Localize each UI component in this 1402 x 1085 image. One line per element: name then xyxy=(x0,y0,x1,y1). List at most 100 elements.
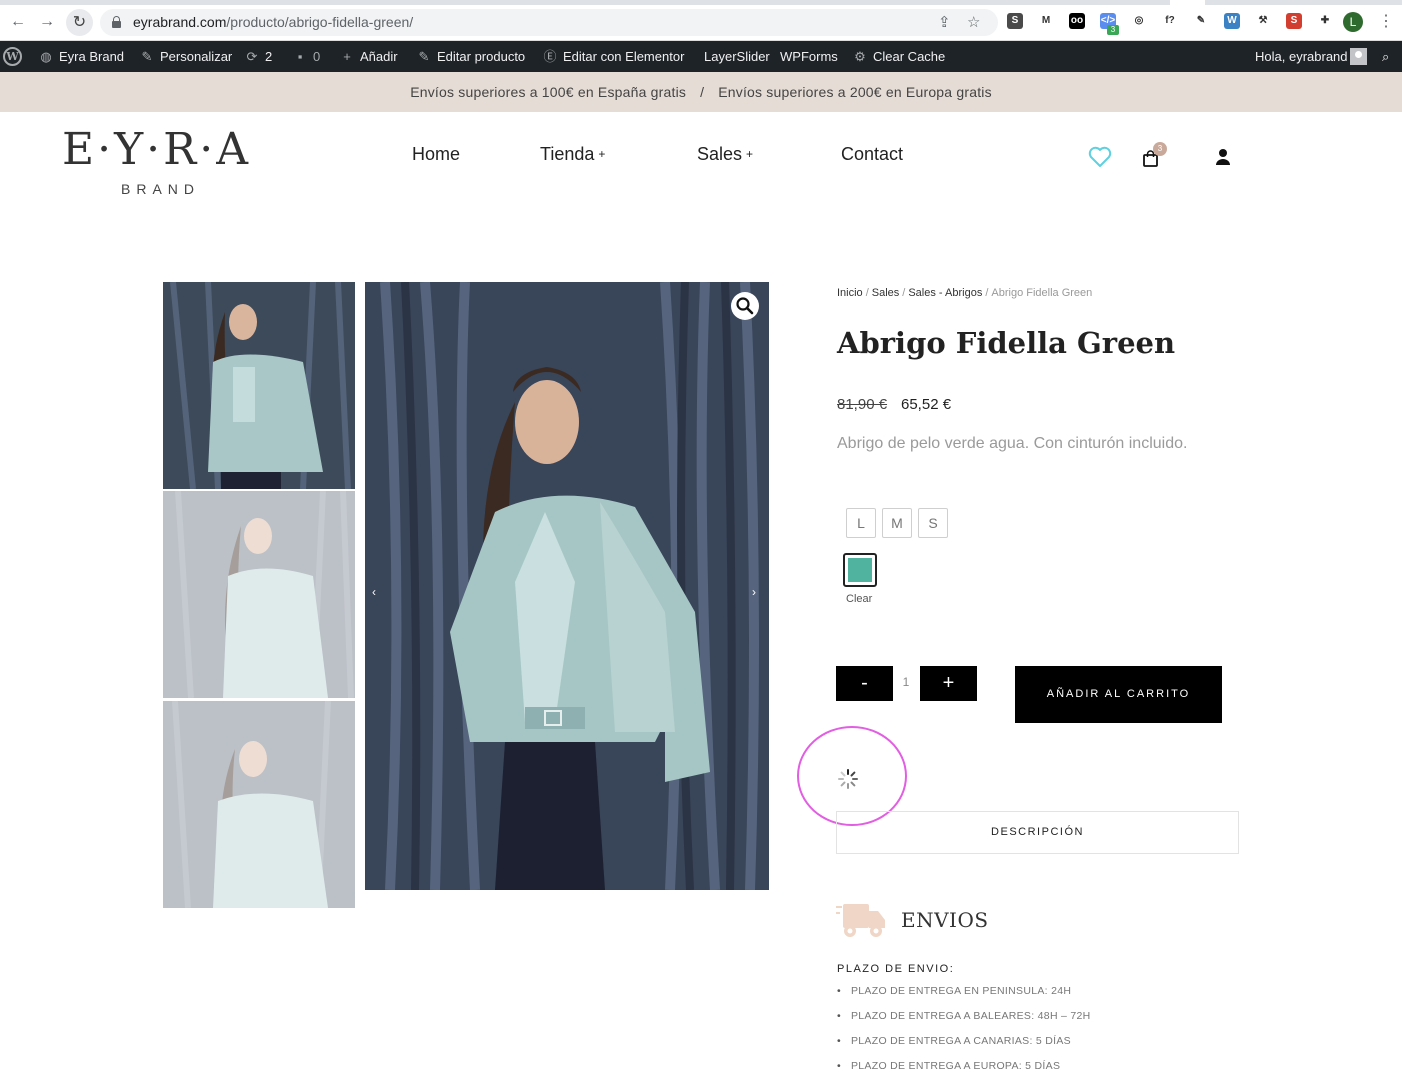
breadcrumb: Inicio / Sales / Sales - Abrigos / Abrigo Fide… xyxy=(837,287,1093,299)
user-avatar[interactable] xyxy=(1350,48,1367,65)
quantity-plus-button[interactable]: + xyxy=(920,666,977,701)
site-logo-sub[interactable]: BRAND xyxy=(121,181,200,197)
profile-avatar[interactable]: L xyxy=(1343,12,1363,32)
color-swatch-green[interactable] xyxy=(843,553,877,587)
quantity-minus-button[interactable]: - xyxy=(836,666,893,701)
loading-spinner-icon xyxy=(838,769,858,789)
gallery-thumbnail-2[interactable] xyxy=(163,491,355,698)
adminbar-comments[interactable]: ▪ 0 xyxy=(291,41,321,72)
radar-ext-icon[interactable]: ◎ xyxy=(1131,13,1147,29)
zoom-button[interactable] xyxy=(731,292,759,320)
size-swatch-m[interactable]: M xyxy=(882,508,912,538)
model-photo-thumb-3 xyxy=(163,701,355,908)
breadcrumb-sales[interactable]: Sales xyxy=(872,287,900,299)
nav-tienda-plus[interactable]: + xyxy=(598,147,605,161)
clear-selection-link[interactable]: Clear xyxy=(846,593,872,605)
list-item: PLAZO DE ENTREGA EN PENINSULA: 24H xyxy=(837,985,1091,1010)
list-item: PLAZO DE ENTREGA A BALEARES: 48H – 72H xyxy=(837,1010,1091,1035)
oo-ext-icon[interactable]: oo xyxy=(1069,13,1085,29)
account-user-icon[interactable] xyxy=(1214,148,1232,166)
price-regular: 81,90 € xyxy=(837,396,888,413)
adminbar-updates[interactable]: ⟳ 2 xyxy=(243,41,273,72)
wp-admin-bar: W ◍ Eyra Brand ✎ Personalizar ⟳ 2 ▪ 0 + Añadi… xyxy=(0,41,1402,72)
share-icon[interactable]: ⇪ xyxy=(938,13,951,31)
s-ext-icon[interactable]: S xyxy=(1007,13,1023,29)
lock-icon[interactable] xyxy=(112,16,121,28)
promo-spain: Envíos superiores a 100€ en España grati… xyxy=(410,84,687,100)
brush-icon: ✎ xyxy=(141,49,153,64)
wishlist-heart-icon[interactable] xyxy=(1088,146,1112,168)
breadcrumb-sales-abrigos[interactable]: Sales - Abrigos xyxy=(908,287,982,299)
breadcrumb-current: Abrigo Fidella Green xyxy=(991,287,1093,299)
adminbar-site-name[interactable]: ◍ Eyra Brand xyxy=(37,41,124,72)
dashboard-icon: ◍ xyxy=(40,49,52,64)
gallery-thumbnail-3[interactable] xyxy=(163,701,355,908)
promo-separator: / xyxy=(700,84,705,100)
movistar-ext-icon[interactable]: M xyxy=(1038,13,1054,29)
font-ext-icon[interactable]: f? xyxy=(1162,13,1178,29)
back-arrow-icon[interactable]: ← xyxy=(8,12,28,32)
tab-description[interactable]: DESCRIPCIÓN xyxy=(836,811,1239,854)
gallery-prev-arrow-icon[interactable]: ‹ xyxy=(372,585,376,599)
bookmark-star-icon[interactable]: ☆ xyxy=(967,13,980,31)
s-red-ext-icon[interactable]: S xyxy=(1286,13,1302,29)
promo-europe: Envíos superiores a 200€ en Europa grati… xyxy=(718,84,992,100)
price-sale: 65,52 € xyxy=(901,396,952,413)
nav-tienda[interactable]: Tienda + xyxy=(540,144,605,165)
list-item: PLAZO DE ENTREGA A EUROPA: 5 DÍAS xyxy=(837,1060,1091,1085)
adminbar-edit-product[interactable]: ✎ Editar producto xyxy=(415,41,526,72)
shipping-title: ENVIOS xyxy=(901,908,989,932)
shipping-subtitle: PLAZO DE ENVIO: xyxy=(837,963,955,975)
adminbar-customize[interactable]: ✎ Personalizar xyxy=(138,41,233,72)
cache-icon: ⚙ xyxy=(854,49,866,64)
model-photo-main xyxy=(365,282,769,890)
adminbar-layerslider[interactable]: LayerSlider xyxy=(704,41,770,72)
product-title: Abrigo Fidella Green xyxy=(837,326,1176,360)
add-to-cart-button[interactable]: AÑADIR AL CARRITO xyxy=(1015,666,1222,723)
wordpress-ext-icon[interactable]: W xyxy=(1224,13,1240,29)
nav-sales[interactable]: Sales + xyxy=(697,144,753,165)
adminbar-wpforms[interactable]: WPForms xyxy=(780,41,838,72)
adminbar-account[interactable]: Hola, eyrabrand xyxy=(1255,41,1348,72)
elementor-icon: Ⓔ xyxy=(543,49,557,64)
adminbar-search-icon[interactable]: ⌕ xyxy=(1382,41,1389,72)
nav-contact[interactable]: Contact xyxy=(841,144,903,165)
plus-icon: + xyxy=(343,49,351,64)
short-description: Abrigo de pelo verde agua. Con cinturón … xyxy=(837,435,1188,452)
quantity-input[interactable]: 1 xyxy=(895,675,917,689)
address-bar[interactable]: eyrabrand.com/producto/abrigo-fidella-gr… xyxy=(100,9,998,36)
wordpress-logo-icon[interactable]: W xyxy=(3,47,22,66)
cart-count-badge: 3 xyxy=(1153,142,1167,156)
updates-icon: ⟳ xyxy=(246,49,258,64)
promo-bar: Envíos superiores a 100€ en España grati… xyxy=(0,72,1402,112)
shipping-list: PLAZO DE ENTREGA EN PENINSULA: 24H PLAZO… xyxy=(837,985,1091,1085)
main-product-image[interactable] xyxy=(365,282,769,890)
adminbar-elementor[interactable]: Ⓔ Editar con Elementor xyxy=(541,41,684,72)
nav-home[interactable]: Home xyxy=(412,144,460,165)
model-photo-thumb-2 xyxy=(163,491,355,698)
hammer-ext-icon[interactable]: ⚒ xyxy=(1255,13,1271,29)
adminbar-add-new[interactable]: + Añadir xyxy=(338,41,397,72)
site-logo[interactable]: E·Y·R·A xyxy=(62,124,251,175)
adminbar-clear-cache[interactable]: ⚙ Clear Cache xyxy=(851,41,945,72)
gallery-thumbnail-1[interactable] xyxy=(163,282,355,489)
pencil-icon: ✎ xyxy=(418,49,430,64)
model-photo-thumb-1 xyxy=(163,282,355,489)
picker-ext-icon[interactable]: ✎ xyxy=(1193,13,1209,29)
url-text[interactable]: eyrabrand.com/producto/abrigo-fidella-gr… xyxy=(133,14,413,30)
magnifier-icon xyxy=(736,297,754,315)
nav-sales-plus[interactable]: + xyxy=(746,147,753,161)
forward-arrow-icon[interactable]: → xyxy=(37,12,57,32)
browser-toolbar: ← → ↻ eyrabrand.com/producto/abrigo-fide… xyxy=(0,0,1402,41)
tab-strip xyxy=(0,0,1402,5)
reload-icon[interactable]: ↻ xyxy=(66,9,93,36)
truck-icon xyxy=(836,904,885,937)
breadcrumb-inicio[interactable]: Inicio xyxy=(837,287,863,299)
size-swatch-s[interactable]: S xyxy=(918,508,948,538)
extension-badge: 3 xyxy=(1107,25,1119,35)
size-swatch-l[interactable]: L xyxy=(846,508,876,538)
comment-icon: ▪ xyxy=(297,49,303,64)
more-menu-icon[interactable]: ⋮ xyxy=(1378,11,1394,31)
gallery-next-arrow-icon[interactable]: › xyxy=(752,585,756,599)
puzzle-ext-icon[interactable]: ✚ xyxy=(1317,13,1333,29)
